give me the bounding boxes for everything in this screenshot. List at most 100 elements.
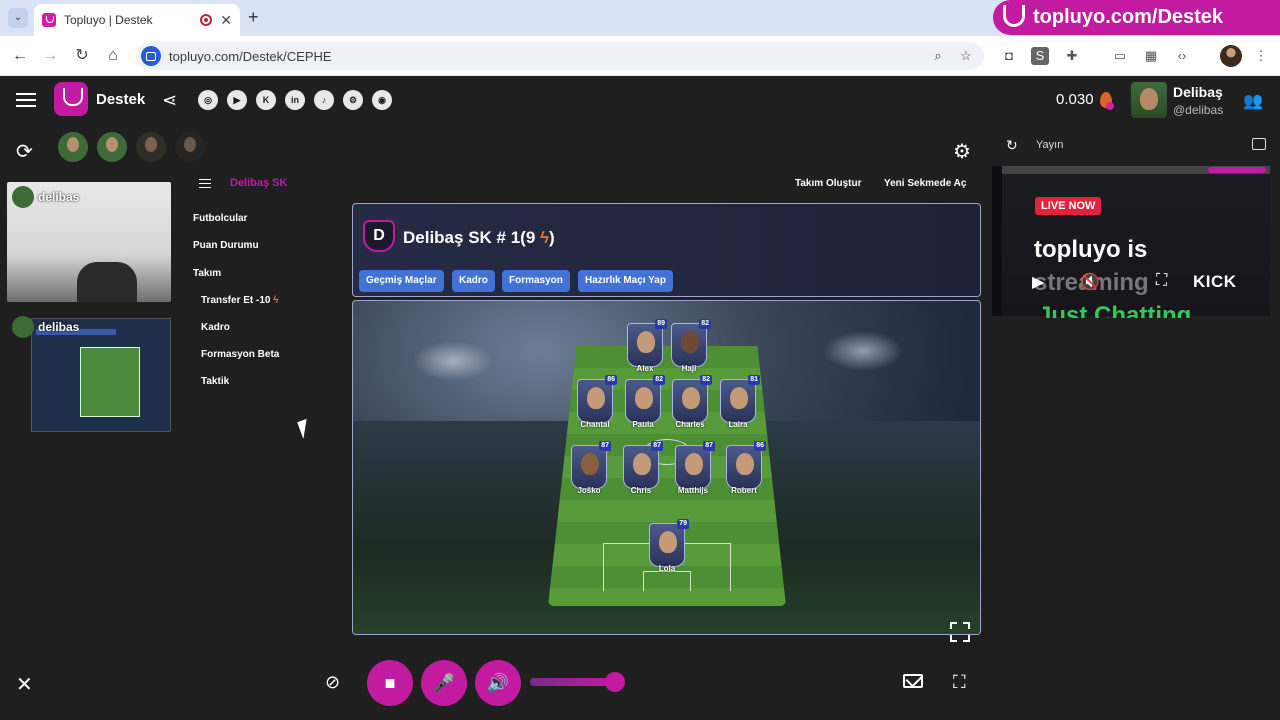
screen-share-tile[interactable]: delibas <box>7 312 171 432</box>
url-input[interactable]: topluyo.com/Destek/CEPHE ⌕ ☆ <box>136 42 984 70</box>
sidebar-item-taktik[interactable]: Taktik <box>201 376 229 387</box>
instagram-icon[interactable]: ◎ <box>198 90 218 110</box>
youtube-icon[interactable]: ▶ <box>227 90 247 110</box>
player-card[interactable]: 82 Paula <box>625 375 665 431</box>
sidebar-item-formasyon-beta[interactable]: Formasyon Beta <box>201 349 279 360</box>
stream-popout-icon[interactable] <box>1252 138 1266 150</box>
kick-logo[interactable]: KICK <box>1193 272 1237 292</box>
screen-share-preview <box>31 318 171 432</box>
player-card[interactable]: 79 Lola <box>649 519 689 575</box>
cast-icon[interactable]: ▭ <box>1111 47 1129 65</box>
menu-icon[interactable] <box>16 93 36 107</box>
mail-icon[interactable] <box>903 674 923 688</box>
qr-icon[interactable]: ▦ <box>1142 47 1160 65</box>
stream-fullscreen-icon[interactable]: ⛶ <box>1156 272 1167 290</box>
tiktok-icon[interactable]: ♪ <box>314 90 334 110</box>
player-rating: 82 <box>700 375 712 385</box>
camera-toggle-button[interactable]: ■ <box>367 660 413 706</box>
player-rating: 82 <box>699 319 711 329</box>
tab-hazirlik-maci-yap[interactable]: Hazırlık Maçı Yap <box>578 270 673 292</box>
player-face <box>736 453 754 475</box>
settings-gear-icon[interactable]: ⚙ <box>953 139 971 164</box>
speaker-toggle-button[interactable]: 🔊 <box>475 660 521 706</box>
mouse-cursor <box>297 418 313 440</box>
sidebar-team-title[interactable]: Delibaş SK <box>230 177 287 189</box>
user-avatar[interactable] <box>1131 82 1167 118</box>
camera-icon[interactable]: ◘ <box>1000 47 1018 65</box>
browser-tab[interactable]: Topluyo | Destek ✕ <box>34 4 240 36</box>
forward-icon[interactable]: → <box>40 46 60 66</box>
player-name: Alex <box>636 364 654 373</box>
site-info-icon[interactable] <box>141 46 161 66</box>
screen-share-off-icon[interactable]: ⊘ <box>325 672 340 693</box>
player-card[interactable]: 81 Laira <box>720 375 760 431</box>
player-card-frame <box>720 379 756 423</box>
participant-avatar[interactable] <box>175 132 205 162</box>
address-bar: ← → ↻ ⌂ topluyo.com/Destek/CEPHE ⌕ ☆ ◘ S… <box>0 36 1280 76</box>
sidebar-item-kadro[interactable]: Kadro <box>201 322 230 333</box>
extension-s-icon[interactable]: S <box>1031 47 1049 65</box>
player-card[interactable]: 82 Charles <box>672 375 712 431</box>
mute-icon[interactable]: 🔇 <box>1080 272 1100 292</box>
team-title: Delibaş SK # 1(9 ϟ) <box>403 228 555 248</box>
player-face <box>682 387 700 409</box>
new-tab-button[interactable]: + <box>248 8 259 26</box>
bookmark-star-icon[interactable]: ☆ <box>956 48 976 64</box>
steam-icon[interactable]: ⚙ <box>343 90 363 110</box>
linkedin-icon[interactable]: in <box>285 90 305 110</box>
player-card[interactable]: 87 Joško <box>571 441 611 497</box>
sidebar-item-puan-durumu[interactable]: Puan Durumu <box>193 240 259 251</box>
zoom-icon[interactable]: ⌕ <box>928 48 948 64</box>
sync-icon[interactable]: ⟳ <box>16 139 33 164</box>
microphone-toggle-button[interactable]: 🎤 <box>421 660 467 706</box>
create-team-link[interactable]: Takım Oluştur <box>795 178 862 189</box>
player-card[interactable]: 87 Matthijs <box>675 441 715 497</box>
app-logo[interactable] <box>54 82 88 116</box>
tab-list-dropdown-icon[interactable]: ⌄ <box>8 8 28 28</box>
users-group-icon[interactable]: 👥 <box>1243 91 1263 111</box>
participant-avatar[interactable] <box>58 132 88 162</box>
bolt-icon: ϟ <box>540 228 550 247</box>
participant-avatar[interactable] <box>97 132 127 162</box>
participant-avatar[interactable] <box>136 132 166 162</box>
tab-close-icon[interactable]: ✕ <box>220 12 232 29</box>
github-icon[interactable]: ◉ <box>372 90 392 110</box>
devtools-icon[interactable]: ‹› <box>1173 47 1191 65</box>
volume-slider-handle[interactable] <box>605 672 625 692</box>
sidebar-menu-icon[interactable] <box>199 179 211 188</box>
player-name: Joško <box>577 486 601 495</box>
player-card-frame <box>726 445 762 489</box>
player-card[interactable]: 89 Alex <box>627 319 667 375</box>
bolt-icon: ϟ <box>273 295 279 306</box>
player-card[interactable]: 86 Robert <box>726 441 766 497</box>
kick-icon[interactable]: K <box>256 90 276 110</box>
share-icon[interactable]: ⋖ <box>162 90 177 111</box>
close-icon[interactable]: ✕ <box>16 672 33 697</box>
tab-kadro[interactable]: Kadro <box>452 270 495 292</box>
play-icon[interactable]: ▶ <box>1032 272 1044 292</box>
more-menu-icon[interactable]: ⋮ <box>1252 47 1270 65</box>
player-card[interactable]: 82 Haji <box>671 319 711 375</box>
volume-slider[interactable] <box>530 678 616 686</box>
stream-refresh-icon[interactable]: ↻ <box>1006 137 1018 154</box>
sidebar-item-futbolcular[interactable]: Futbolcular <box>193 213 247 224</box>
player-card[interactable]: 87 Chris <box>623 441 663 497</box>
sidebar-item-takim[interactable]: Takım <box>193 268 221 279</box>
tab-formasyon[interactable]: Formasyon <box>502 270 570 292</box>
player-card[interactable]: 86 Chantal <box>577 375 617 431</box>
player-face <box>633 453 651 475</box>
team-title-text: Delibaş SK # 1(9 <box>403 228 536 247</box>
player-face <box>581 453 599 475</box>
sidebar-item-transfer[interactable]: Transfer Et -10 ϟ <box>201 295 279 306</box>
player-rating: 82 <box>653 375 665 385</box>
open-new-tab-link[interactable]: Yeni Sekmede Aç <box>884 178 966 189</box>
tile-avatar <box>12 186 34 208</box>
extensions-puzzle-icon[interactable]: ✚ <box>1063 47 1081 65</box>
reload-icon[interactable]: ↻ <box>72 46 92 66</box>
tab-gecmis-maclar[interactable]: Geçmiş Maçlar <box>359 270 444 292</box>
video-tile[interactable]: delibas <box>7 182 171 302</box>
profile-avatar[interactable] <box>1220 45 1242 67</box>
back-icon[interactable]: ← <box>10 46 30 66</box>
fullscreen-icon[interactable]: ⛶ <box>953 672 966 693</box>
home-icon[interactable]: ⌂ <box>103 46 123 66</box>
